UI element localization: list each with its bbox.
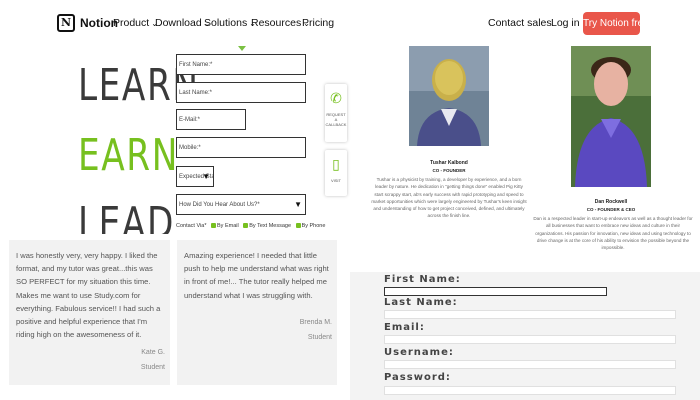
phone-option-label: By Phone bbox=[301, 223, 326, 229]
visit-card[interactable]: ▯ VISIT bbox=[325, 150, 347, 196]
team-member-name: Tushar Kalbond bbox=[430, 160, 468, 166]
top-navigation-bar: N Notion Product ⌄ Download ⌄ Solutions ⌄ R… bbox=[0, 0, 700, 46]
team-member-bio: Dan is a respected leader in start-up en… bbox=[533, 216, 693, 251]
testimonial-quote: I was honestly very, very happy. I liked… bbox=[16, 251, 161, 340]
try-notion-free-button[interactable]: Try Notion free bbox=[583, 12, 649, 35]
last-name-field[interactable]: Last Name:* bbox=[176, 82, 306, 103]
testimonial-author: Kate G. bbox=[141, 349, 165, 356]
signup-email-input[interactable] bbox=[384, 335, 676, 344]
nav-solutions[interactable]: Solutions ⌄ bbox=[204, 17, 256, 29]
form-pointer-icon bbox=[238, 46, 246, 51]
testimonial-card: I was honestly very, very happy. I liked… bbox=[9, 240, 170, 385]
request-callback-label: REQUEST A CALLBACK bbox=[325, 112, 347, 127]
phone-icon: ✆ bbox=[330, 90, 342, 106]
team-member-name: Dan Rockwell bbox=[594, 199, 628, 205]
signup-username-input[interactable] bbox=[384, 360, 676, 369]
signup-first-name-label: First Name: bbox=[384, 274, 461, 285]
login-link[interactable]: Log in bbox=[551, 17, 580, 29]
email-option-label: By Email bbox=[217, 223, 239, 229]
notion-logo-icon[interactable]: N bbox=[57, 14, 75, 32]
team-photo-tushar bbox=[409, 46, 489, 146]
hero-word-earn: EARN bbox=[78, 130, 179, 181]
request-callback-card[interactable]: ✆ REQUEST A CALLBACK bbox=[325, 84, 347, 142]
hero-word-lead: LEAD bbox=[78, 198, 175, 234]
signup-first-name-input[interactable] bbox=[384, 287, 607, 296]
contact-via-options: Contact Via* By Email By Text Message By… bbox=[176, 223, 325, 229]
first-name-field[interactable]: First Name:* bbox=[176, 54, 306, 75]
team-photo-dan bbox=[571, 46, 651, 187]
team-member-role: CO - FOUNDER & CEO bbox=[586, 207, 636, 212]
testimonial-role: Student bbox=[307, 334, 332, 341]
contact-via-label: Contact Via* bbox=[176, 223, 207, 229]
testimonial-role: Student bbox=[140, 364, 165, 371]
nav-download[interactable]: Download ⌄ bbox=[155, 17, 210, 29]
testimonial-author: Brenda M. bbox=[299, 319, 332, 326]
expected-start-select[interactable]: Expected Start:* bbox=[176, 166, 214, 187]
email-field[interactable]: E-Mail:* bbox=[176, 109, 246, 130]
signup-email-label: Email: bbox=[384, 322, 425, 333]
phone-checkbox[interactable] bbox=[295, 223, 301, 229]
contact-sales-link[interactable]: Contact sales bbox=[488, 17, 552, 29]
signup-last-name-label: Last Name: bbox=[384, 297, 458, 308]
nav-pricing[interactable]: Pricing bbox=[302, 17, 334, 29]
heard-about-us-select[interactable]: How Did You Hear About Us?* bbox=[176, 194, 306, 215]
nav-product[interactable]: Product ⌄ bbox=[113, 17, 158, 29]
testimonial-quote: Amazing experience! I needed that little… bbox=[184, 251, 329, 300]
visit-label: VISIT bbox=[330, 178, 341, 183]
text-message-option-label: By Text Message bbox=[249, 223, 292, 229]
team-member-role: CO - FOUNDER bbox=[432, 168, 466, 173]
team-member-bio: Tushar is a physicist by training, a dev… bbox=[371, 177, 527, 219]
mobile-field[interactable]: Mobile:* bbox=[176, 137, 306, 158]
signup-password-input[interactable] bbox=[384, 386, 676, 395]
email-checkbox[interactable] bbox=[211, 223, 217, 229]
signup-password-label: Password: bbox=[384, 372, 451, 383]
mobile-chat-icon: ▯ bbox=[332, 156, 340, 172]
signup-username-label: Username: bbox=[384, 347, 454, 358]
testimonial-card: Amazing experience! I needed that little… bbox=[177, 240, 337, 385]
signup-last-name-input[interactable] bbox=[384, 310, 676, 319]
text-message-checkbox[interactable] bbox=[243, 223, 249, 229]
